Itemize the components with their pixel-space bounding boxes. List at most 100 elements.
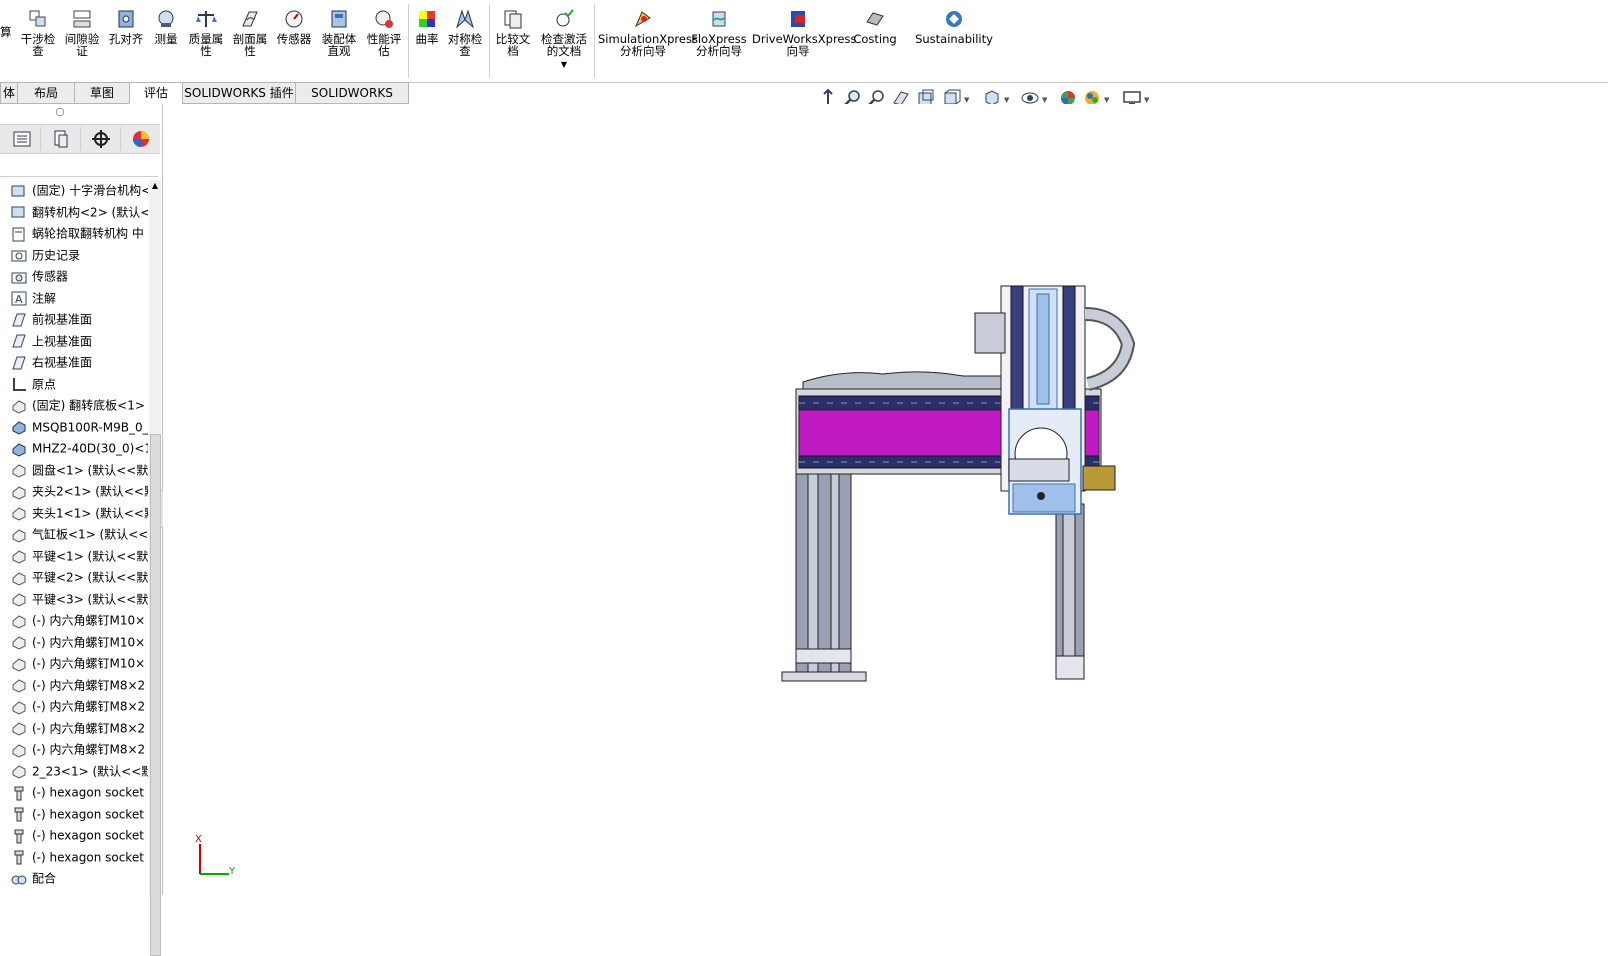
tree-item[interactable]: 传感器 [10,266,68,286]
clearance-verification-button[interactable]: 间隙验证 [60,8,104,57]
compare-documents-button[interactable]: 比较文档 [492,8,534,57]
tree-item-label: 上视基准面 [32,334,93,348]
plane-icon [12,356,26,369]
ribbon-separator [594,4,595,78]
tree-item[interactable]: (-) hexagon socket [10,782,144,802]
tab-solidworks-mbd[interactable]: SOLIDWORKS MBD [295,82,409,120]
tree-item[interactable]: (-) hexagon socket [10,825,144,845]
tree-item[interactable]: 平键<1> (默认<<默 [10,546,148,566]
tab-sketch[interactable]: 草图 [74,82,130,104]
feature-tree: (固定) 十字滑台机构<1> 翻转机构<2> (默认<<默蜗轮拾取翻转机构 中历史… [0,180,148,895]
tab-configuration-manager[interactable] [82,127,121,151]
tab-solidworks-addins[interactable]: SOLIDWORKS 插件 [182,82,296,104]
floxpress-icon [712,11,726,27]
sensor-button[interactable]: 传感器 [272,8,316,45]
ribbon-separator [408,4,409,78]
tree-item[interactable]: 蜗轮拾取翻转机构 中 [10,223,144,243]
chevron-down-icon[interactable]: ▼ [1104,96,1109,104]
costing-button[interactable]: Costing [850,8,900,45]
tree-item[interactable]: 平键<2> (默认<<默 [10,567,148,587]
tree-item[interactable]: (-) 内六角螺钉M10× [10,632,145,652]
tree-item[interactable]: MHZ2-40D(30_0)<1 [10,438,148,458]
tree-item-label: 翻转机构<2> (默认<<默 [32,205,148,219]
chevron-down-icon[interactable]: ▼ [536,59,592,71]
right-support-leg [1055,503,1085,680]
mass-properties-icon [196,11,217,27]
clearance-verification-icon [73,10,91,28]
graphics-area[interactable]: X Y [163,104,1608,895]
blue-part-icon [12,442,26,457]
tree-item[interactable]: 夹头2<1> (默认<<默 [10,481,148,501]
tree-item[interactable]: 右视基准面 [10,352,92,372]
interference-check-button[interactable]: 干涉检查 [16,8,60,57]
tree-item[interactable]: 配合 [10,868,56,888]
tree-item-label: (-) 内六角螺钉M8×2 [32,742,146,757]
tab-display-manager[interactable] [122,127,160,151]
chevron-down-icon[interactable]: ▼ [964,96,969,104]
scroll-up-arrow-icon[interactable]: ▲ [149,180,161,192]
tree-item[interactable]: (-) 内六角螺钉M8×2 [10,696,145,716]
tree-item[interactable]: 翻转机构<2> (默认<<默 [10,202,148,222]
tree-item[interactable]: 前视基准面 [10,309,92,329]
section-properties-button[interactable]: 剖面属性 [228,8,272,57]
tree-item[interactable]: 平键<3> (默认<<默 [10,589,148,609]
assembly-icon [11,206,25,218]
tree-item[interactable]: 2_23<1> (默认<<默 [10,761,148,781]
tree-item[interactable]: (固定) 十字滑台机构<1> [10,180,148,200]
tab-feature-manager[interactable] [2,127,41,151]
tab-property-manager[interactable] [42,127,81,151]
panel-collapse-handle[interactable] [56,108,64,116]
tree-item[interactable]: 夹头1<1> (默认<<默 [10,503,148,523]
part-icon [12,507,26,521]
display-manager-icon [133,131,149,147]
tree-item[interactable]: MSQB100R-M9B_0_ [10,417,148,437]
tree-item[interactable]: 原点 [10,374,56,394]
symmetry-check-button[interactable]: 对称检查 [444,8,486,57]
tree-item[interactable]: A 注解 [10,288,56,308]
tree-item[interactable]: (-) 内六角螺钉M8×2 [10,675,145,695]
tab-layout[interactable]: 布局 [17,82,75,104]
chevron-down-icon[interactable]: ▼ [1144,96,1149,104]
tree-filter[interactable] [0,154,158,177]
floxpress-button[interactable]: FloXpress 分析向导 [690,8,748,57]
tree-item-label: 平键<3> (默认<<默 [32,592,148,606]
sustainability-button[interactable]: Sustainability [914,8,994,45]
hole-alignment-button[interactable]: 孔对齐 [104,8,148,45]
tree-item[interactable]: (-) hexagon socket [10,804,144,824]
tree-item[interactable]: (-) hexagon socket [10,847,144,867]
mass-properties-button[interactable]: 质量属性 [184,8,228,57]
driveworksxpress-button[interactable]: DriveWorksXpress 向导 [752,8,856,57]
tab-solid[interactable]: 体 [0,82,18,104]
part-icon [12,700,26,715]
tree-item[interactable]: 气缸板<1> (默认<<默 [10,524,148,544]
performance-evaluation-button[interactable]: 性能评估 [362,8,406,57]
panel-tabs [0,124,160,154]
partial-tool-label: 算 [0,25,12,39]
blue-part-icon [12,421,26,435]
tree-item[interactable]: (-) 内六角螺钉M8×2 [10,718,145,738]
part-icon [12,593,26,607]
measure-button[interactable]: 测量 [148,8,184,45]
chevron-down-icon[interactable]: ▼ [1004,96,1009,104]
tree-item-label: 平键<1> (默认<<默 [32,549,148,563]
tree-item[interactable]: 圆盘<1> (默认<<默 [10,460,148,480]
tree-item-label: (-) 内六角螺钉M10× [32,635,146,649]
tree-item[interactable]: (固定) 翻转底板<1> [10,395,145,415]
tree-item[interactable]: (-) 内六角螺钉M8×2 [10,739,145,759]
tree-item[interactable]: (-) 内六角螺钉M10× [10,610,145,630]
tree-item[interactable]: 历史记录 [10,245,80,265]
tree-item-label: (-) hexagon socket [32,850,144,864]
tree-item[interactable]: (-) 内六角螺钉M10× [10,653,145,673]
section-properties-icon [242,11,258,27]
assembly-visualization-button[interactable]: 装配体 直观 [316,8,362,57]
tree-item-label: (-) 内六角螺钉M10× [32,613,146,628]
curvature-button[interactable]: 曲率 [412,8,442,45]
tree-item[interactable]: 上视基准面 [10,331,92,351]
tab-evaluate[interactable]: 评估 [129,82,183,104]
tree-item-label: 平键<2> (默认<<默 [32,570,148,585]
check-active-document-button[interactable]: 检查激活 的文档 ▼ [536,8,592,71]
chevron-down-icon[interactable]: ▼ [1042,96,1047,104]
compare-documents-icon [504,10,522,29]
part-icon [12,722,26,736]
simulationxpress-button[interactable]: SimulationXpress 分析向导 [598,8,698,57]
